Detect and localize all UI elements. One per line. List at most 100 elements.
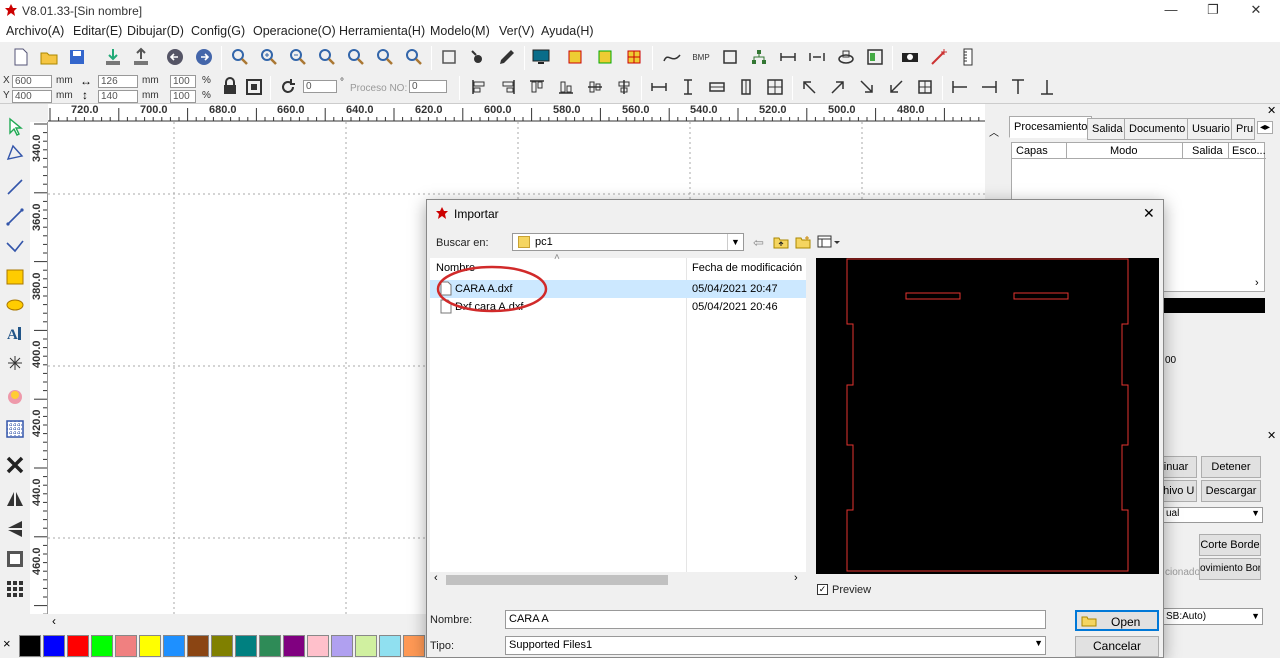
panel-close-icon[interactable]: ✕ <box>1267 104 1276 117</box>
zoom-select-icon[interactable] <box>374 46 396 68</box>
menu-archivo[interactable]: Archivo(A) <box>6 24 64 38</box>
mirror-v-icon[interactable] <box>4 518 26 540</box>
file-name-input[interactable]: CARA A <box>505 610 1046 629</box>
x-position-field[interactable]: 600 <box>12 75 52 88</box>
center-page-icon[interactable] <box>764 76 786 98</box>
cut-border-button[interactable]: Corte Borde <box>1199 534 1261 556</box>
menu-config[interactable]: Config(G) <box>191 24 245 38</box>
align-left-edge-icon[interactable] <box>949 76 971 98</box>
polyline-tool-icon[interactable] <box>4 206 26 228</box>
menu-ver[interactable]: Ver(V) <box>499 24 534 38</box>
menu-dibujar[interactable]: Dibujar(D) <box>127 24 184 38</box>
same-height-icon[interactable] <box>677 76 699 98</box>
stop-button[interactable]: Detener <box>1201 456 1261 478</box>
cancel-button[interactable]: Cancelar <box>1075 636 1159 657</box>
new-folder-icon[interactable] <box>795 235 811 249</box>
minimize-button[interactable]: — <box>1162 2 1180 18</box>
color-swatch[interactable] <box>379 635 401 657</box>
tab-salida[interactable]: Salida <box>1087 118 1128 140</box>
col-date-header[interactable]: Fecha de modificación <box>692 262 802 274</box>
color-swatch[interactable] <box>235 635 257 657</box>
width-measure-icon[interactable] <box>777 46 799 68</box>
width-field[interactable]: 126 <box>98 75 138 88</box>
scale-x-field[interactable]: 100 <box>170 75 196 88</box>
arrow-top-right-icon[interactable] <box>827 76 849 98</box>
export-icon[interactable] <box>130 46 152 68</box>
align-left-icon[interactable] <box>468 76 490 98</box>
text-tool-icon[interactable]: A <box>4 322 26 344</box>
port-select[interactable]: SB:Auto) ▼ <box>1163 608 1263 625</box>
select-arrow-icon[interactable] <box>4 116 26 138</box>
color-swatch[interactable] <box>259 635 281 657</box>
matrix-copy-icon[interactable] <box>4 578 26 600</box>
redo-icon[interactable] <box>193 46 215 68</box>
lock-ratio-icon[interactable] <box>219 76 241 98</box>
tab-pruebas[interactable]: Pru <box>1231 118 1255 140</box>
distribute-icon[interactable] <box>735 76 757 98</box>
smooth-curve-icon[interactable] <box>661 46 683 68</box>
align-center-h-icon[interactable] <box>613 76 635 98</box>
bitmap-tool-icon[interactable] <box>4 386 26 408</box>
align-bottom-edge-icon[interactable] <box>1036 76 1058 98</box>
align-top-icon[interactable] <box>526 76 548 98</box>
bitmap-icon[interactable]: BMP <box>690 46 712 68</box>
download-button[interactable]: Descargar <box>1201 480 1261 502</box>
y-position-field[interactable]: 400 <box>12 90 52 103</box>
open-button[interactable]: Open <box>1075 610 1159 631</box>
line-tool-icon[interactable] <box>4 176 26 198</box>
arrow-bottom-left-icon[interactable] <box>885 76 907 98</box>
color-swatch[interactable] <box>139 635 161 657</box>
rectangle-tool-icon[interactable] <box>4 266 26 288</box>
canvas-horizontal-scrollbar[interactable]: ‹ <box>48 614 428 630</box>
align-right-edge-icon[interactable] <box>978 76 1000 98</box>
node-edit-icon[interactable] <box>467 46 489 68</box>
zoom-fit-icon[interactable] <box>345 46 367 68</box>
menu-operaciones[interactable]: Operacione(O) <box>253 24 336 38</box>
save-icon[interactable] <box>66 46 88 68</box>
tab-scroll-icon[interactable]: ◂▸ <box>1257 121 1274 134</box>
move-border-button[interactable]: ovimiento Borc <box>1199 558 1261 580</box>
mode-select[interactable]: ual ▼ <box>1163 507 1263 523</box>
array-icon[interactable] <box>564 46 586 68</box>
up-folder-icon[interactable] <box>773 235 789 249</box>
ruler-icon[interactable] <box>957 46 979 68</box>
same-width-icon[interactable] <box>648 76 670 98</box>
height-field[interactable]: 140 <box>98 90 138 103</box>
scale-y-field[interactable]: 100 <box>170 90 196 103</box>
zoom-in-icon[interactable] <box>258 46 280 68</box>
tab-documento[interactable]: Documento <box>1124 118 1191 140</box>
color-swatch[interactable] <box>403 635 425 657</box>
layer-panel-icon[interactable] <box>864 46 886 68</box>
color-swatch[interactable] <box>307 635 329 657</box>
control-panel-close-icon[interactable]: ✕ <box>1267 429 1276 442</box>
size-frame-icon[interactable] <box>243 76 265 98</box>
mirror-h-icon[interactable] <box>4 488 26 510</box>
scroll-thumb[interactable] <box>446 575 668 585</box>
dialog-close-icon[interactable]: ✕ <box>1143 205 1155 222</box>
laser-head-icon[interactable] <box>835 46 857 68</box>
color-swatch[interactable] <box>43 635 65 657</box>
grid-array-tool-icon[interactable] <box>4 418 26 440</box>
color-swatch[interactable] <box>283 635 305 657</box>
menu-modelo[interactable]: Modelo(M) <box>430 24 490 38</box>
scroll-right-icon[interactable]: › <box>794 572 798 584</box>
restore-button[interactable]: ❐ <box>1204 2 1222 18</box>
zoom-out-icon[interactable] <box>287 46 309 68</box>
scroll-up-icon[interactable]: ︿ <box>989 124 999 139</box>
color-swatch[interactable] <box>187 635 209 657</box>
file-list-horizontal-scrollbar[interactable]: ‹ › <box>430 572 806 588</box>
color-swatch[interactable] <box>211 635 233 657</box>
dot-tool-icon[interactable] <box>4 352 26 374</box>
align-right-icon[interactable] <box>497 76 519 98</box>
process-field[interactable]: 0 <box>409 80 447 93</box>
zoom-page-icon[interactable] <box>316 46 338 68</box>
undo-icon[interactable] <box>164 46 186 68</box>
color-swatch[interactable] <box>19 635 41 657</box>
tree-icon[interactable] <box>748 46 770 68</box>
align-center-v-icon[interactable] <box>584 76 606 98</box>
view-menu-icon[interactable] <box>817 235 841 249</box>
color-swatch[interactable] <box>355 635 377 657</box>
node-select-icon[interactable] <box>4 142 26 164</box>
color-swatch[interactable] <box>163 635 185 657</box>
layers-scroll-right-icon[interactable]: › <box>1255 277 1259 289</box>
